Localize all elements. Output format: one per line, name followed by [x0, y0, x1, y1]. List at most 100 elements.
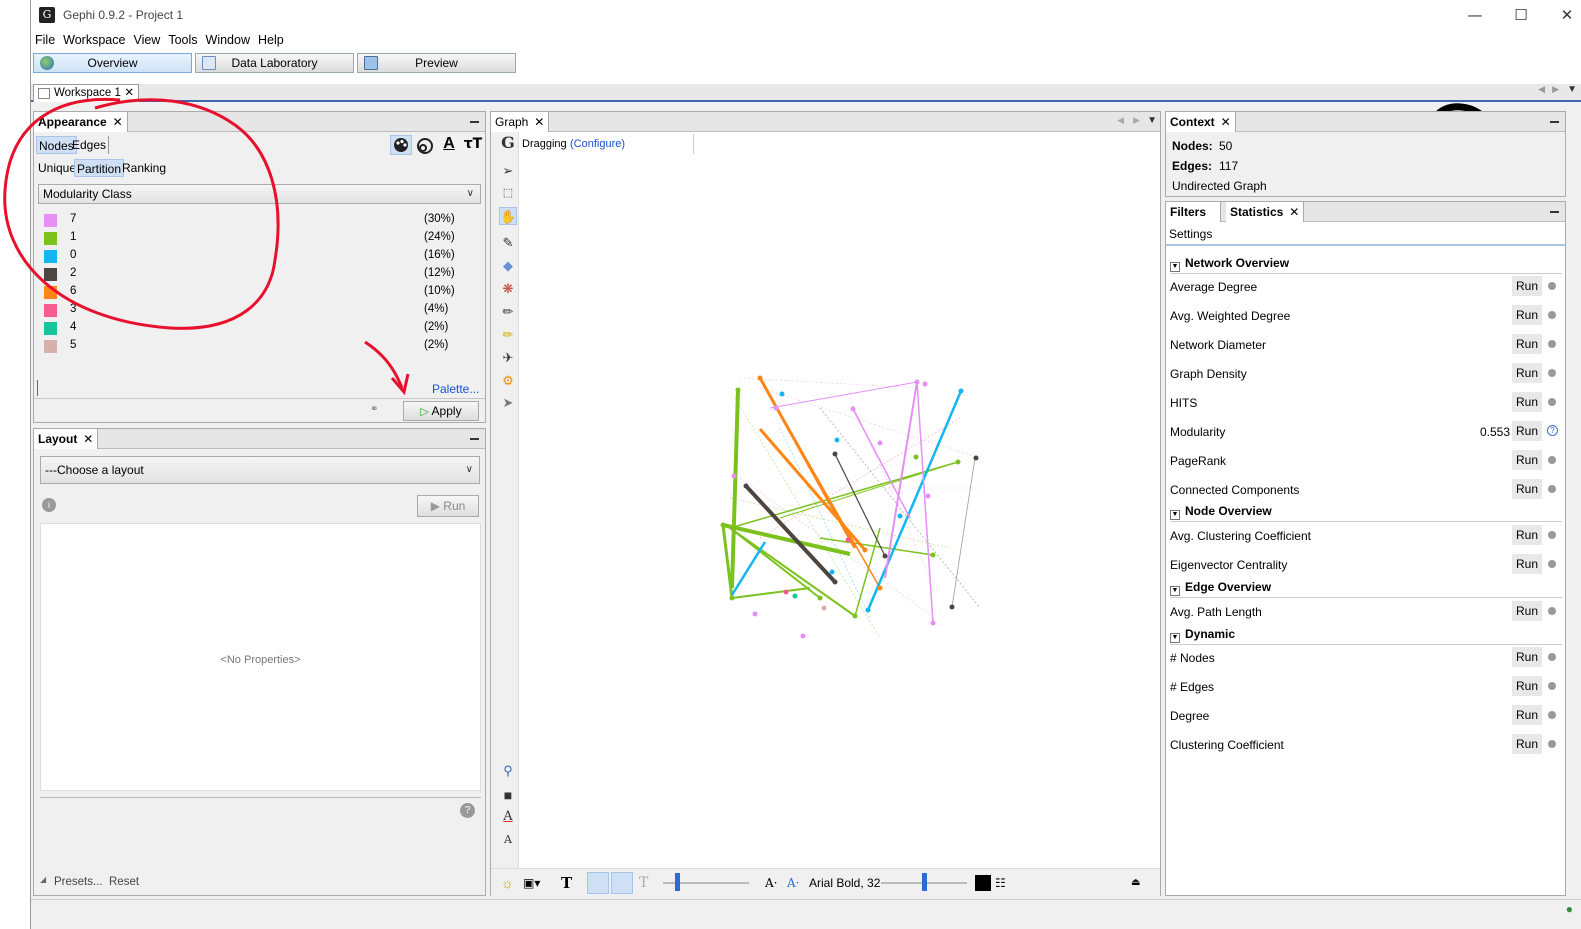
brush-icon[interactable]: ✎ — [499, 234, 517, 252]
partition-row[interactable]: 3 (4%) — [34, 301, 474, 319]
partition-row[interactable]: 5 (2%) — [34, 337, 474, 355]
font-color-icon[interactable]: A — [499, 808, 517, 826]
apply-button[interactable]: ▷ Apply — [403, 401, 479, 421]
tab-scroll-right-icon[interactable]: ▶ — [1552, 84, 1559, 95]
font-increase-icon[interactable]: A· — [787, 869, 799, 897]
node-overview-section[interactable]: ▼ Node Overview — [1170, 504, 1562, 522]
ranking-tab[interactable]: Ranking — [120, 159, 168, 177]
expand-icon[interactable]: ⏏ — [1131, 869, 1140, 897]
run-button[interactable]: Run — [1512, 305, 1542, 325]
edge-toggle-icon[interactable] — [587, 872, 609, 894]
menu-window[interactable]: Window — [202, 33, 254, 47]
background-color-icon[interactable]: ■ — [499, 786, 517, 804]
close-graph-icon[interactable]: ✕ — [534, 112, 544, 132]
tab-appearance[interactable]: Appearance ✕ — [34, 112, 128, 132]
collapse-icon[interactable]: ▼ — [1170, 586, 1180, 596]
help-icon[interactable]: ? — [460, 803, 475, 818]
collapse-icon[interactable]: ▼ — [1170, 633, 1180, 643]
partition-row[interactable]: 0 (16%) — [34, 247, 474, 265]
collapse-icon[interactable]: ▼ — [1170, 262, 1180, 272]
run-button[interactable]: Run — [1512, 363, 1542, 383]
preview-button[interactable]: Preview — [357, 53, 516, 73]
info-icon[interactable]: i — [42, 498, 56, 512]
collapse-icon[interactable]: ▼ — [1170, 510, 1180, 520]
close-statistics-icon[interactable]: ✕ — [1289, 202, 1299, 222]
color-swatch[interactable] — [44, 340, 57, 353]
font-icon[interactable]: A — [499, 831, 517, 849]
run-button[interactable]: Run — [1512, 479, 1542, 499]
run-button[interactable]: Run — [1512, 450, 1542, 470]
layout-run-button[interactable]: ▶ Run — [417, 495, 479, 517]
layout-select[interactable]: ---Choose a layout ∨ — [40, 456, 480, 484]
edge-pencil-icon[interactable]: ✏ — [499, 326, 517, 344]
report-help-icon[interactable]: ? — [1547, 425, 1558, 436]
edges-tab[interactable]: Edges — [70, 136, 110, 154]
drag-hand-icon[interactable]: ✋ — [499, 207, 517, 225]
slider-thumb[interactable] — [675, 873, 680, 891]
run-button[interactable]: Run — [1512, 334, 1542, 354]
scroll-right-icon[interactable]: ▶ — [1133, 115, 1140, 126]
attribute-select[interactable]: Modularity Class ∨ — [38, 184, 481, 204]
airplane-icon[interactable]: ✈ — [499, 349, 517, 367]
minimize-context-icon[interactable] — [1550, 121, 1559, 123]
partition-row[interactable]: 6 (10%) — [34, 283, 474, 301]
run-button[interactable]: Run — [1512, 421, 1542, 441]
run-button[interactable]: Run — [1512, 647, 1542, 667]
menu-tools[interactable]: Tools — [164, 33, 201, 47]
run-button[interactable]: Run — [1512, 276, 1542, 296]
chain-icon[interactable]: ⚭ — [370, 404, 378, 415]
data-laboratory-button[interactable]: Data Laboratory — [195, 53, 354, 73]
slider-thumb[interactable] — [922, 873, 927, 891]
tab-graph[interactable]: Graph ✕ — [491, 112, 550, 132]
color-swatch[interactable] — [44, 250, 57, 263]
configure-link[interactable]: (Configure) — [570, 138, 625, 150]
tab-layout[interactable]: Layout ✕ — [34, 429, 99, 449]
close-layout-icon[interactable]: ✕ — [83, 429, 93, 449]
menu-view[interactable]: View — [129, 33, 164, 47]
font-label[interactable]: Arial Bold, 32 — [809, 869, 880, 897]
label-color-icon[interactable]: A — [440, 135, 458, 155]
edge-overview-section[interactable]: ▼ Edge Overview — [1170, 580, 1562, 598]
color-swatch[interactable] — [44, 322, 57, 335]
menu-help[interactable]: Help — [254, 33, 288, 47]
tab-workspace-1[interactable]: Workspace 1 ✕ — [33, 84, 139, 102]
settings-button[interactable]: Settings — [1169, 227, 1212, 241]
painter-icon[interactable]: ❋ — [499, 280, 517, 298]
close-window-icon[interactable]: ✕ — [1544, 0, 1581, 30]
partition-tab[interactable]: Partition — [74, 159, 125, 177]
rectangle-select-icon[interactable]: ⬚ — [499, 184, 517, 202]
minimize-layout-icon[interactable] — [470, 438, 479, 440]
presets-button[interactable]: Presets... — [54, 876, 103, 888]
clipboard-icon[interactable]: ☷ — [995, 869, 1006, 897]
menu-workspace[interactable]: Workspace — [59, 33, 129, 47]
color-swatch[interactable] — [44, 268, 57, 281]
partition-row[interactable]: 1 (24%) — [34, 229, 474, 247]
show-labels-icon[interactable]: T — [561, 869, 572, 897]
run-button[interactable]: Run — [1512, 525, 1542, 545]
pencil-icon[interactable]: ✏ — [499, 303, 517, 321]
label-color-swatch[interactable] — [975, 875, 991, 891]
reset-button[interactable]: Reset — [109, 876, 139, 888]
edge-color-icon[interactable] — [611, 872, 633, 894]
partition-row[interactable]: 2 (12%) — [34, 265, 474, 283]
minimize-icon[interactable]: — — [1452, 0, 1498, 30]
menu-file[interactable]: File — [31, 33, 59, 47]
run-button[interactable]: Run — [1512, 676, 1542, 696]
graph-canvas[interactable] — [520, 158, 1160, 866]
run-button[interactable]: Run — [1512, 601, 1542, 621]
unique-tab[interactable]: Unique — [36, 159, 80, 177]
color-swatch[interactable] — [44, 286, 57, 299]
maximize-icon[interactable]: ☐ — [1498, 0, 1544, 30]
tab-list-icon[interactable]: ▼ — [1147, 115, 1157, 126]
run-button[interactable]: Run — [1512, 554, 1542, 574]
notifications-icon[interactable]: ● — [1566, 902, 1573, 916]
scroll-left-icon[interactable]: ◀ — [1117, 115, 1124, 126]
tab-filters[interactable]: Filters — [1166, 202, 1222, 222]
lightbulb-icon[interactable]: ☼ — [501, 869, 514, 897]
tab-statistics[interactable]: Statistics ✕ — [1226, 202, 1305, 222]
text-icon[interactable]: T — [639, 869, 648, 897]
tab-context[interactable]: Context ✕ — [1166, 112, 1236, 132]
run-button[interactable]: Run — [1512, 734, 1542, 754]
overview-button[interactable]: Overview — [33, 53, 192, 73]
select-arrow-icon[interactable]: ➢ — [499, 162, 517, 180]
